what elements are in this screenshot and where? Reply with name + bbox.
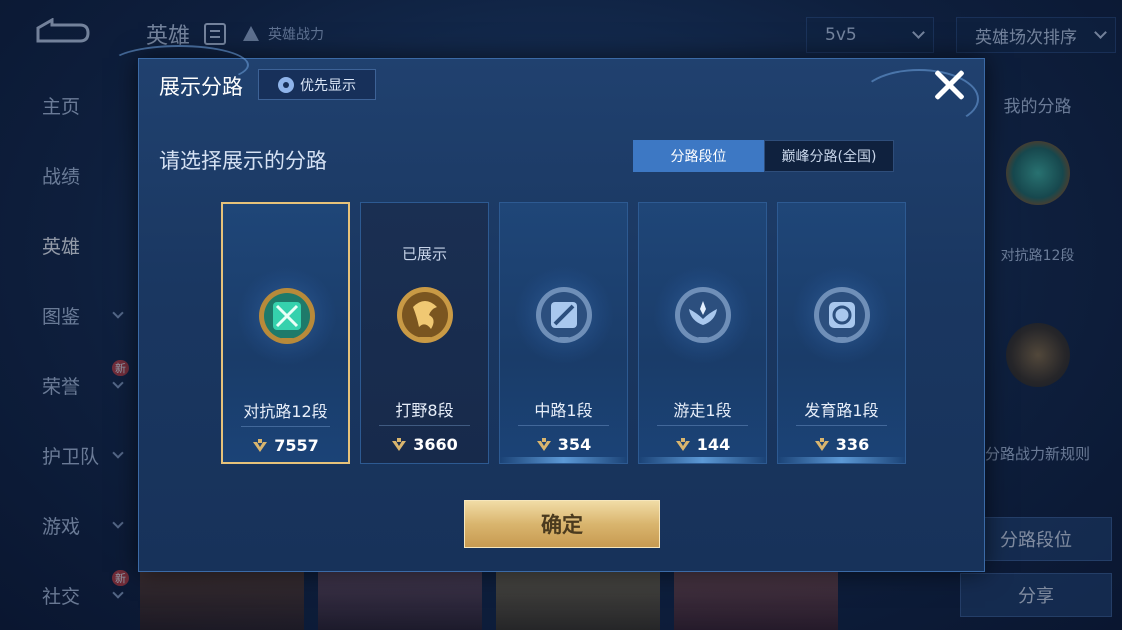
lane-name: 打野8段 — [395, 401, 454, 420]
tab-peak-lane[interactable]: 巅峰分路(全国) — [764, 140, 894, 172]
side-item-game[interactable]: 游戏 — [0, 490, 140, 560]
side-item-label: 战绩 — [42, 165, 81, 188]
lane-score-value: 354 — [557, 435, 592, 454]
list-icon[interactable] — [204, 23, 227, 45]
lane-score: 3660 — [361, 435, 488, 454]
side-item-label: 荣誉 — [42, 375, 81, 398]
lane-name: 中路1段 — [534, 401, 593, 420]
chevron-down-icon — [112, 377, 124, 389]
lane-tab-switch: 分路段位 巅峰分路(全国) — [633, 140, 894, 172]
power-icon — [814, 437, 829, 451]
confirm-button[interactable]: 确定 — [464, 500, 660, 548]
power-icon — [392, 437, 407, 451]
lane-card-clash[interactable]: 对抗路12段 7557 — [221, 202, 350, 464]
chevron-down-icon — [112, 517, 124, 529]
warrior-icon — [243, 26, 260, 41]
chevron-down-icon — [1094, 26, 1107, 39]
farm-lane-icon — [812, 285, 872, 345]
jungle-emblem-icon — [1005, 323, 1070, 387]
side-item-label: 护卫队 — [42, 445, 100, 468]
side-item-label: 主页 — [42, 95, 81, 118]
side-item-codex[interactable]: 图鉴 — [0, 280, 140, 350]
select-lane-prompt: 请选择展示的分路 — [159, 149, 327, 173]
card-divider — [657, 425, 748, 426]
card-bottom-glow — [778, 457, 905, 463]
mode-dropdown[interactable]: 5v5 — [806, 17, 934, 53]
hero-card[interactable] — [674, 570, 838, 630]
side-item-hero[interactable]: 英雄 — [0, 210, 140, 280]
side-item-label: 社交 — [42, 585, 81, 608]
power-icon — [536, 437, 551, 451]
close-icon[interactable] — [932, 68, 966, 102]
lane-name: 游走1段 — [673, 401, 732, 420]
lane-score: 144 — [639, 435, 766, 454]
lane-score: 354 — [500, 435, 627, 454]
new-badge: 新 — [112, 360, 129, 376]
hero-card-strip — [140, 570, 838, 630]
hero-power-link[interactable]: 英雄战力 — [240, 23, 324, 45]
new-badge: 新 — [112, 570, 129, 586]
display-lane-modal: 展示分路 优先显示 请选择展示的分路 分路段位 巅峰分路(全国) 对抗路12段 … — [109, 45, 985, 572]
modal-title: 展示分路 — [159, 75, 243, 99]
power-icon — [675, 437, 690, 451]
lane-name: 对抗路12段 — [243, 402, 328, 421]
hero-card[interactable] — [318, 570, 482, 630]
priority-display-label: 优先显示 — [300, 77, 356, 94]
back-arrow-icon[interactable] — [32, 18, 92, 48]
chevron-down-icon — [112, 447, 124, 459]
power-icon — [253, 438, 268, 452]
card-divider — [379, 425, 470, 426]
clash-lane-emblem-icon — [1005, 141, 1070, 205]
mid-lane-icon — [534, 285, 594, 345]
lane-card-list: 对抗路12段 7557 已展示 打野8段 3660 中路1段 354 游走1段 … — [221, 202, 906, 464]
hero-power-label: 英雄战力 — [268, 27, 325, 43]
side-item-label: 英雄 — [42, 235, 81, 258]
chevron-down-icon — [912, 26, 925, 39]
side-item-label: 图鉴 — [42, 305, 81, 328]
card-bottom-glow — [500, 457, 627, 463]
side-item-record[interactable]: 战绩 — [0, 140, 140, 210]
lane-card-roam[interactable]: 游走1段 144 — [638, 202, 767, 464]
lane-card-jungle[interactable]: 已展示 打野8段 3660 — [360, 202, 489, 464]
lane-name: 发育路1段 — [804, 401, 879, 420]
side-item-social[interactable]: 社交 新 — [0, 560, 140, 630]
card-bottom-glow — [639, 457, 766, 463]
lane-score: 336 — [778, 435, 905, 454]
card-divider — [796, 425, 887, 426]
sort-dropdown[interactable]: 英雄场次排序 — [956, 17, 1116, 53]
lane-score: 7557 — [223, 436, 348, 455]
lane-score-value: 7557 — [274, 436, 319, 455]
hero-card[interactable] — [140, 570, 304, 630]
chevron-down-icon — [112, 307, 124, 319]
roam-icon — [673, 285, 733, 345]
card-divider — [518, 425, 609, 426]
sort-dropdown-value: 英雄场次排序 — [975, 27, 1077, 48]
lane-score-value: 336 — [835, 435, 870, 454]
side-item-label: 游戏 — [42, 515, 81, 538]
lane-card-mid[interactable]: 中路1段 354 — [499, 202, 628, 464]
tab-lane-rank[interactable]: 分路段位 — [633, 140, 764, 172]
chevron-down-icon — [112, 587, 124, 599]
lane-score-value: 3660 — [413, 435, 458, 454]
jungle-icon — [395, 285, 455, 345]
side-item-home[interactable]: 主页 — [0, 70, 140, 140]
priority-display-button[interactable]: 优先显示 — [258, 69, 376, 100]
mode-dropdown-value: 5v5 — [825, 25, 857, 45]
side-item-honor[interactable]: 荣誉 新 — [0, 350, 140, 420]
modal-header: 展示分路 优先显示 — [139, 59, 984, 111]
side-menu: 主页 战绩 英雄 图鉴 荣誉新 护卫队 游戏 社交新 — [0, 70, 140, 630]
already-shown-label: 已展示 — [401, 245, 447, 263]
hero-card[interactable] — [496, 570, 660, 630]
lane-score-value: 144 — [696, 435, 731, 454]
card-divider — [241, 426, 330, 427]
clash-lane-icon — [257, 286, 317, 346]
share-button[interactable]: 分享 — [960, 573, 1112, 617]
side-item-guard[interactable]: 护卫队 — [0, 420, 140, 490]
gear-icon — [278, 76, 294, 93]
lane-card-farm[interactable]: 发育路1段 336 — [777, 202, 906, 464]
